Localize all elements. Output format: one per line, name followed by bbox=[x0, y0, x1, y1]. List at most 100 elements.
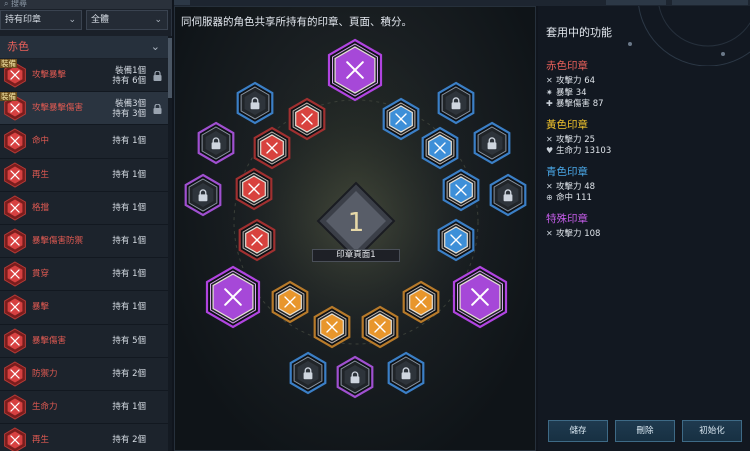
seal-slot-orange[interactable] bbox=[313, 305, 351, 349]
seal-count: 裝備3個 持有 3個 bbox=[112, 92, 146, 119]
seal-name: 貫穿 bbox=[32, 269, 50, 280]
save-button[interactable]: 儲存 bbox=[548, 420, 608, 442]
seal-count: 持有 5個 bbox=[112, 335, 146, 346]
seal-list-item[interactable]: 貫穿 持有 1個 bbox=[0, 258, 168, 292]
delete-button[interactable]: 刪除 bbox=[615, 420, 675, 442]
cross-icon bbox=[4, 327, 26, 354]
list-scrollbar[interactable] bbox=[168, 36, 172, 451]
seal-slot-red[interactable] bbox=[235, 167, 273, 211]
locked-seal-slot[interactable] bbox=[336, 355, 374, 399]
search-placeholder: 搜尋 bbox=[11, 0, 28, 8]
effect-stat: ✕ 攻擊力 48 bbox=[546, 181, 595, 192]
effect-stat-text: 命中 111 bbox=[556, 193, 592, 203]
effect-section-title: 黃色印章 bbox=[546, 118, 588, 131]
seal-name: 防禦力 bbox=[32, 368, 58, 379]
lock-icon[interactable] bbox=[153, 104, 162, 115]
effect-stat-text: 攻擊力 64 bbox=[556, 76, 596, 86]
seal-count: 持有 2個 bbox=[112, 368, 146, 379]
seal-equipped-count: 裝備1個 bbox=[115, 66, 146, 76]
seal-slot-orange[interactable] bbox=[271, 280, 309, 324]
locked-seal-slot[interactable] bbox=[184, 173, 222, 217]
seal-slot-blue[interactable] bbox=[442, 168, 480, 212]
top-tab[interactable] bbox=[174, 0, 190, 5]
seal-name: 再生 bbox=[32, 435, 50, 446]
seal-count: 持有 1個 bbox=[112, 169, 146, 180]
top-tab[interactable] bbox=[672, 0, 748, 5]
pierce-icon bbox=[4, 261, 26, 287]
owned-filter-dropdown[interactable]: 持有印章 ⌄ bbox=[0, 10, 82, 30]
effect-stat-text: 暴擊傷害 87 bbox=[556, 99, 604, 109]
seal-slot-blue[interactable] bbox=[437, 218, 475, 262]
effect-stat: ✚ 暴擊傷害 87 bbox=[546, 98, 604, 109]
seal-name: 攻擊暴擊傷害 bbox=[32, 103, 84, 114]
applied-effects-title: 套用中的功能 bbox=[546, 26, 612, 39]
seal-name: 生命力 bbox=[32, 401, 58, 412]
seal-list-item[interactable]: 防禦力 持有 2個 bbox=[0, 357, 168, 391]
seal-slot-blue[interactable] bbox=[421, 126, 459, 170]
locked-seal-slot[interactable] bbox=[289, 351, 327, 395]
seal-name: 再生 bbox=[32, 169, 50, 180]
locked-seal-slot[interactable] bbox=[197, 121, 235, 165]
effect-stat-text: 攻擊力 108 bbox=[556, 228, 601, 239]
seal-slot-red[interactable] bbox=[288, 97, 326, 141]
seal-list-item[interactable]: 暴擊傷害 持有 5個 bbox=[0, 324, 168, 358]
seal-owned-count: 持有 6個 bbox=[112, 76, 146, 86]
equipped-badge: 裝備 bbox=[0, 59, 17, 68]
page-name-label: 印章頁面1 bbox=[312, 249, 400, 262]
wings-icon bbox=[4, 161, 26, 188]
locked-seal-slot[interactable] bbox=[473, 121, 511, 165]
seal-count: 持有 1個 bbox=[112, 202, 146, 213]
seal-list-item[interactable]: 攻擊暴擊 裝備1個 持有 6個 裝備 bbox=[0, 59, 168, 93]
seal-equipped-count: 裝備3個 bbox=[115, 99, 146, 110]
chevron-down-icon: ⌄ bbox=[150, 40, 160, 53]
effect-stat-text: 攻擊力 48 bbox=[556, 181, 596, 192]
seal-list-item[interactable]: 再生 持有 1個 bbox=[0, 158, 168, 192]
seal-list-item[interactable]: 暴擊傷害防禦 持有 1個 bbox=[0, 224, 168, 259]
seal-list-item[interactable]: 再生 持有 2個 bbox=[0, 424, 168, 451]
effect-section-title: 青色印章 bbox=[546, 165, 588, 178]
locked-seal-slot[interactable] bbox=[489, 173, 527, 217]
heart-icon: ♥ bbox=[546, 146, 554, 155]
locked-seal-slot[interactable] bbox=[437, 81, 475, 125]
seal-name: 暴擊傷害防禦 bbox=[32, 235, 84, 246]
search-input[interactable]: ⌕ 搜尋 bbox=[0, 0, 172, 9]
seal-slot-orange[interactable] bbox=[402, 280, 440, 324]
seal-list-item[interactable]: 暴擊 持有 1個 bbox=[0, 291, 168, 325]
shield-icon bbox=[4, 361, 26, 387]
seal-list-item[interactable]: 格擋 持有 1個 bbox=[0, 191, 168, 225]
seal-count: 持有 2個 bbox=[112, 435, 146, 446]
seal-count: 持有 1個 bbox=[112, 269, 146, 280]
lock-icon[interactable] bbox=[153, 71, 162, 81]
burst-icon bbox=[4, 294, 26, 320]
effect-stat: ✷ 暴擊 34 bbox=[546, 87, 587, 98]
effect-stat-text: 暴擊 34 bbox=[556, 87, 587, 98]
crossed-swords-icon: ✕ bbox=[546, 181, 553, 191]
seal-owned-count: 持有 3個 bbox=[112, 109, 146, 120]
seal-list-item[interactable]: 生命力 持有 1個 bbox=[0, 390, 168, 425]
seal-slot-orange[interactable] bbox=[361, 305, 399, 349]
crossed-swords-icon: ✕ bbox=[546, 134, 553, 144]
target-icon bbox=[4, 128, 26, 154]
effect-section-title: 特殊印章 bbox=[546, 212, 588, 225]
seal-list-item[interactable]: 命中 持有 1個 bbox=[0, 125, 168, 159]
locked-seal-slot[interactable] bbox=[387, 351, 425, 395]
scrollbar-thumb[interactable] bbox=[168, 38, 172, 98]
reset-button[interactable]: 初始化 bbox=[682, 420, 742, 442]
seal-name: 格擋 bbox=[32, 202, 50, 213]
scope-filter-value: 全體 bbox=[91, 15, 110, 25]
top-tab[interactable] bbox=[606, 0, 666, 5]
scope-filter-dropdown[interactable]: 全體 ⌄ bbox=[86, 10, 168, 30]
equipped-badge: 裝備 bbox=[0, 92, 17, 102]
seal-inventory-panel: ⌕ 搜尋 持有印章 ⌄ 全體 ⌄ 赤色 ⌄ 攻擊暴擊 裝備1個 持有 6個 裝備 攻擊暴… bbox=[0, 0, 172, 451]
seal-slot-blue[interactable] bbox=[382, 97, 420, 141]
effect-stat-text: 生命力 13103 bbox=[556, 146, 612, 156]
locked-seal-slot[interactable] bbox=[236, 81, 274, 125]
seal-list-item[interactable]: 攻擊暴擊傷害 裝備3個 持有 3個 裝備 bbox=[0, 92, 168, 126]
category-header-red[interactable]: 赤色 ⌄ bbox=[0, 36, 168, 58]
seal-tree: 1 bbox=[184, 38, 527, 399]
owned-filter-value: 持有印章 bbox=[5, 15, 42, 25]
seal-slot-red[interactable] bbox=[253, 126, 291, 170]
effect-section-title: 赤色印章 bbox=[546, 60, 588, 72]
seal-slot-red[interactable] bbox=[238, 218, 276, 262]
category-label: 赤色 bbox=[7, 40, 29, 53]
